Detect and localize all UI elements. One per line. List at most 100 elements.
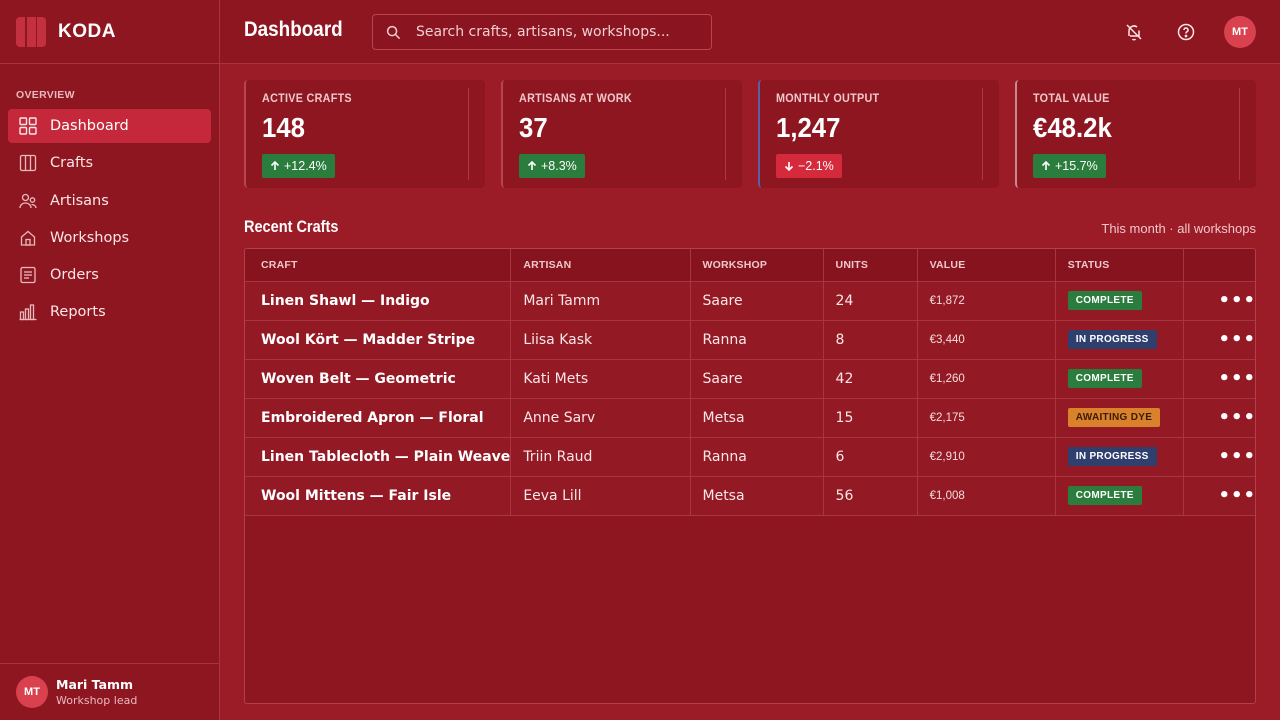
bar-chart-icon <box>19 304 37 321</box>
arrow-up-icon <box>527 161 537 170</box>
sidebar-item-label: Crafts <box>50 155 94 172</box>
column-header-value[interactable]: VALUE <box>916 249 1056 282</box>
column-header-artisan[interactable]: ARTISAN <box>510 249 690 282</box>
brand[interactable]: KODA <box>0 0 219 64</box>
sidebar-nav: Dashboard Crafts Artisans Workshops Orde… <box>8 109 211 333</box>
kpi-value: 1,247 <box>776 112 841 143</box>
kpi-value: €48.2k <box>1033 112 1112 143</box>
search-input[interactable] <box>416 24 696 40</box>
kpi-delta-badge: +8.3% <box>519 154 585 178</box>
more-actions-icon[interactable]: ••• <box>1196 290 1255 311</box>
column-header-units[interactable]: UNITS <box>822 249 918 282</box>
kpi-delta: +8.3% <box>541 159 577 173</box>
more-actions-icon[interactable]: ••• <box>1196 329 1255 350</box>
cell-units: 42 <box>822 359 918 399</box>
search-box[interactable] <box>372 14 712 50</box>
kpi-delta: +15.7% <box>1055 159 1098 173</box>
cell-actions: ••• <box>1183 281 1255 321</box>
more-actions-icon[interactable]: ••• <box>1196 485 1255 506</box>
cell-craft: Linen Shawl — Indigo <box>245 281 511 321</box>
table-row[interactable]: Wool Mittens — Fair Isle Eeva Lill Metsa… <box>245 476 1255 516</box>
cell-actions: ••• <box>1183 437 1255 477</box>
column-header-craft[interactable]: CRAFT <box>245 249 511 282</box>
koda-logo-icon <box>16 16 46 47</box>
cell-actions: ••• <box>1183 476 1255 516</box>
house-icon <box>20 230 36 246</box>
sidebar-item-dashboard[interactable]: Dashboard <box>8 109 211 143</box>
kpi-card-active-crafts: ACTIVE CRAFTS 148 +12.4% <box>244 80 485 188</box>
cell-status: COMPLETE <box>1054 476 1184 516</box>
sidebar-item-label: Dashboard <box>50 118 129 134</box>
status-badge: COMPLETE <box>1067 486 1142 505</box>
cell-value: €1,872 <box>916 281 1056 321</box>
cell-value: €1,008 <box>916 476 1056 516</box>
cell-artisan: Eeva Lill <box>510 476 690 516</box>
cell-artisan: Mari Tamm <box>510 281 690 321</box>
sidebar-item-workshops[interactable]: Workshops <box>8 221 211 255</box>
sidebar-item-reports[interactable]: Reports <box>8 295 211 329</box>
kpi-delta-badge: −2.1% <box>776 154 842 178</box>
cell-workshop: Ranna <box>689 320 824 360</box>
more-actions-icon[interactable]: ••• <box>1196 446 1255 467</box>
cell-craft: Wool Kört — Madder Stripe <box>245 320 511 360</box>
kpi-delta-badge: +15.7% <box>1033 154 1106 178</box>
cell-status: COMPLETE <box>1054 359 1184 399</box>
kpi-value: 37 <box>519 112 548 143</box>
table-row[interactable]: Wool Kört — Madder Stripe Liisa Kask Ran… <box>245 320 1255 360</box>
user-info: Mari Tamm Workshop lead <box>56 677 137 707</box>
status-badge: IN PROGRESS <box>1067 447 1157 466</box>
users-icon <box>19 193 37 208</box>
sidebar-item-artisans[interactable]: Artisans <box>8 184 211 218</box>
cell-units: 15 <box>822 398 918 438</box>
notifications-off-icon[interactable] <box>1124 22 1144 42</box>
user-name: Mari Tamm <box>56 677 134 692</box>
cell-workshop: Ranna <box>689 437 824 477</box>
cell-value: €1,260 <box>916 359 1056 399</box>
cell-actions: ••• <box>1183 320 1255 360</box>
loom-icon <box>19 155 37 172</box>
kpi-label: TOTAL VALUE <box>1033 91 1110 105</box>
column-header-status[interactable]: STATUS <box>1054 249 1184 282</box>
sidebar-item-crafts[interactable]: Crafts <box>8 146 211 180</box>
user-profile[interactable]: MT Mari Tamm Workshop lead <box>0 663 219 720</box>
cell-units: 6 <box>822 437 918 477</box>
status-badge: IN PROGRESS <box>1067 330 1157 349</box>
user-avatar: MT <box>16 676 48 708</box>
sidebar-item-label: Orders <box>50 267 99 284</box>
cell-artisan: Triin Raud <box>510 437 690 477</box>
section-meta: This month · all workshops <box>1101 221 1256 236</box>
table-row[interactable]: Woven Belt — Geometric Kati Mets Saare 4… <box>245 359 1255 399</box>
cell-craft: Linen Tablecloth — Plain Weave <box>245 437 511 477</box>
sidebar-item-orders[interactable]: Orders <box>8 258 211 292</box>
column-header-workshop[interactable]: WORKSHOP <box>689 249 824 282</box>
status-badge: AWAITING DYE <box>1067 408 1161 427</box>
sidebar: KODA OVERVIEW Dashboard Crafts Artisans … <box>0 0 220 720</box>
document-icon <box>20 267 36 284</box>
user-role: Workshop lead <box>56 694 138 707</box>
arrow-up-icon <box>270 161 280 170</box>
kpi-value: 148 <box>262 112 305 143</box>
kpi-card-monthly-output: MONTHLY OUTPUT 1,247 −2.1% <box>758 80 999 188</box>
cell-value: €3,440 <box>916 320 1056 360</box>
sidebar-item-label: Workshops <box>50 229 130 246</box>
cell-workshop: Metsa <box>689 476 824 516</box>
more-actions-icon[interactable]: ••• <box>1196 368 1255 389</box>
kpi-card-artisans-at-work: ARTISANS AT WORK 37 +8.3% <box>501 80 742 188</box>
kpi-divider <box>1239 88 1240 180</box>
more-actions-icon[interactable]: ••• <box>1196 407 1255 428</box>
arrow-down-icon <box>784 162 794 171</box>
table-row[interactable]: Linen Tablecloth — Plain Weave Triin Rau… <box>245 437 1255 477</box>
arrow-up-icon <box>1041 161 1051 170</box>
cell-status: IN PROGRESS <box>1054 437 1184 477</box>
help-icon[interactable] <box>1176 22 1196 42</box>
table-row[interactable]: Linen Shawl — Indigo Mari Tamm Saare 24 … <box>245 281 1255 321</box>
section-title: Recent Crafts <box>244 218 339 236</box>
cell-units: 56 <box>822 476 918 516</box>
top-header: Dashboard MT <box>220 0 1280 64</box>
cell-actions: ••• <box>1183 359 1255 399</box>
cell-workshop: Metsa <box>689 398 824 438</box>
cell-artisan: Anne Sarv <box>510 398 690 438</box>
table-row[interactable]: Embroidered Apron — Floral Anne Sarv Met… <box>245 398 1255 438</box>
nav-section-label: OVERVIEW <box>16 89 75 101</box>
header-avatar[interactable]: MT <box>1224 16 1256 48</box>
